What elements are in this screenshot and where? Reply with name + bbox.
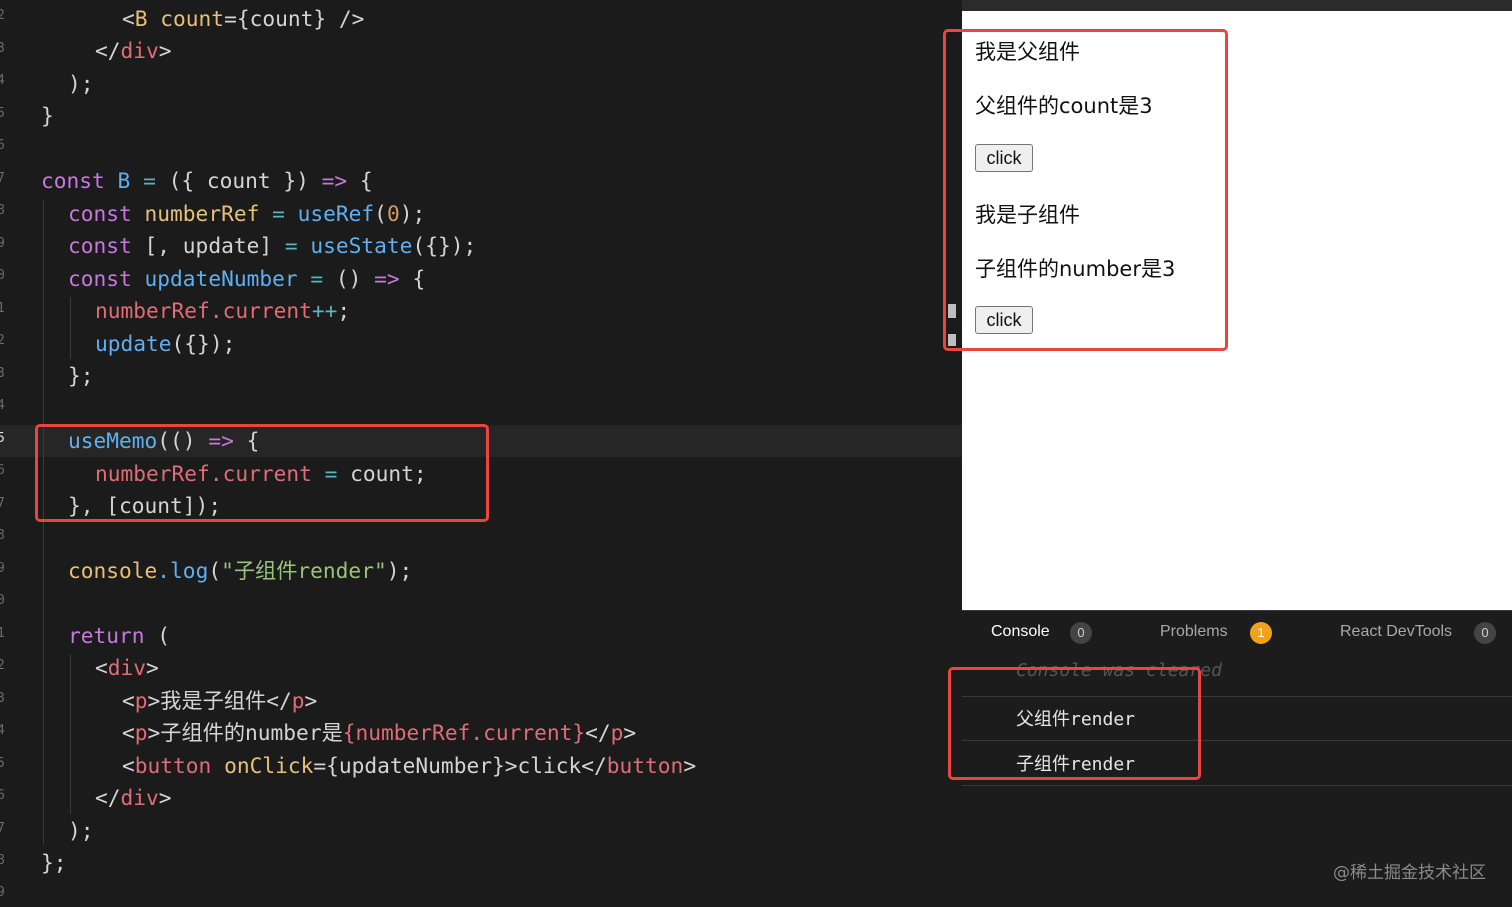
line-number: 7	[0, 171, 5, 186]
line-number: 9	[0, 885, 5, 900]
code-line: };	[41, 850, 67, 875]
code-line: return (	[68, 623, 171, 648]
line-number: 9	[0, 561, 5, 576]
line-number: 9	[0, 236, 5, 251]
line-number: 2	[0, 333, 5, 348]
console-count-badge: 0	[1070, 622, 1092, 644]
line-number: 8	[0, 203, 5, 218]
watermark: @稀土掘金技术社区	[1333, 863, 1486, 883]
problems-count-badge: 1	[1250, 622, 1272, 644]
code-line: );	[68, 71, 94, 96]
line-number: 6	[0, 788, 5, 803]
line-number: 3	[0, 366, 5, 381]
line-number: 8	[0, 853, 5, 868]
preview-toolbar	[962, 0, 1512, 11]
indent-guide	[70, 654, 71, 814]
indent-guide	[43, 200, 44, 845]
usememo-highlight-box	[35, 424, 489, 522]
code-line: <B count={count} />	[122, 6, 365, 31]
line-number: 7	[0, 496, 5, 511]
line-number: 0	[0, 593, 5, 608]
code-editor[interactable]: 2 3 4 5 6 7 8 9 0 1 2 3 4 5 6 7 8 9 0 1 …	[0, 0, 962, 906]
code-line: }	[41, 103, 54, 128]
line-number: 4	[0, 398, 5, 413]
line-number: 6	[0, 138, 5, 153]
line-number: 7	[0, 821, 5, 836]
code-line: const B = ({ count }) => {	[41, 168, 373, 193]
line-number: 5	[0, 106, 5, 121]
code-line: numberRef.current++;	[95, 298, 351, 323]
line-number: 6	[0, 463, 5, 478]
line-number: 8	[0, 528, 5, 543]
line-number: 2	[0, 8, 5, 23]
code-line: </div>	[95, 38, 172, 63]
code-line: <button onClick={updateNumber}>click</bu…	[122, 753, 697, 778]
line-number: 4	[0, 73, 5, 88]
line-number-active: 5	[0, 431, 5, 446]
code-line: };	[68, 363, 94, 388]
line-number: 4	[0, 723, 5, 738]
code-line: <div>	[95, 655, 159, 680]
line-number: 0	[0, 268, 5, 283]
code-line: </div>	[95, 785, 172, 810]
line-number: 2	[0, 658, 5, 673]
code-line: );	[68, 818, 94, 843]
tab-console[interactable]: Console	[991, 623, 1050, 641]
line-number: 3	[0, 41, 5, 56]
code-line: console.log("子组件render");	[68, 558, 413, 583]
line-number: 3	[0, 691, 5, 706]
code-line: const updateNumber = () => {	[68, 266, 426, 291]
tab-problems[interactable]: Problems	[1160, 623, 1228, 641]
code-line: update({});	[95, 331, 236, 356]
line-number-gutter: 2 3 4 5 6 7 8 9 0 1 2 3 4 5 6 7 8 9 0 1 …	[0, 0, 8, 906]
code-line: const numberRef = useRef(0);	[68, 201, 426, 226]
code-line: <p>我是子组件</p>	[122, 688, 318, 713]
line-number: 1	[0, 301, 5, 316]
tab-react-devtools[interactable]: React DevTools	[1340, 623, 1452, 641]
code-line: const [, update] = useState({});	[68, 233, 477, 258]
indent-guide	[70, 297, 71, 359]
line-number: 5	[0, 756, 5, 771]
line-number: 1	[0, 626, 5, 641]
preview-highlight-box	[943, 29, 1228, 351]
react-devtools-count-badge: 0	[1474, 622, 1496, 644]
console-highlight-box	[948, 667, 1201, 780]
code-line: <p>子组件的number是{numberRef.current}</p>	[122, 720, 637, 745]
